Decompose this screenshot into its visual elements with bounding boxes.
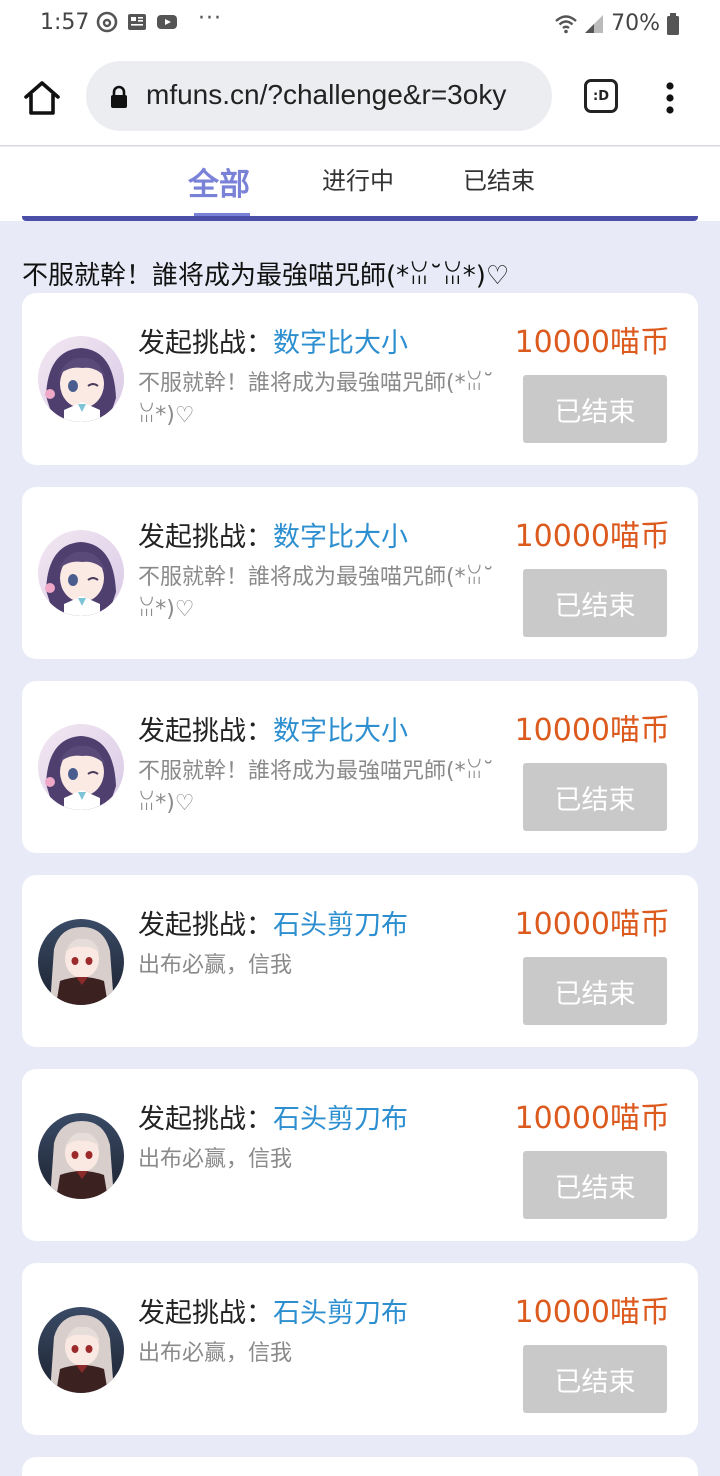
youtube-icon	[157, 15, 177, 29]
tab-in-progress[interactable]: 进行中	[322, 161, 394, 196]
lock-icon	[111, 85, 127, 108]
ended-button[interactable]: 已结束	[523, 375, 667, 443]
challenge-prefix: 发起挑战：	[138, 522, 273, 553]
challenge-prefix: 发起挑战：	[138, 716, 273, 747]
challenge-card[interactable]: 发起挑战：石头剪刀布 出布必赢，信我 10000喵币 已结束	[22, 1069, 698, 1241]
avatar	[38, 336, 124, 422]
netease-music-icon	[96, 11, 118, 33]
game-name-link[interactable]: 数字比大小	[273, 522, 408, 553]
url-text[interactable]: mfuns.cn/?challenge&r=3oky	[146, 79, 506, 111]
battery-percent: 70%	[611, 11, 660, 36]
game-name-link[interactable]: 石头剪刀布	[273, 1104, 408, 1135]
status-right: 70%	[555, 11, 680, 36]
challenge-card[interactable]: 发起挑战：石头剪刀布 出布必赢，信我 10000喵币 已结束	[22, 875, 698, 1047]
reward-amount: 10000喵币	[514, 325, 670, 360]
tab-switcher-button[interactable]: :D	[584, 79, 618, 113]
challenge-card[interactable]: 发起挑战：数字比大小 不服就幹！誰将成为最強喵咒師(*ꈍ˘ꈍ*)♡ 10000喵…	[22, 681, 698, 853]
game-name-link[interactable]: 石头剪刀布	[273, 910, 408, 941]
filter-tabs: 全部 进行中 已结束	[0, 147, 720, 221]
browser-toolbar: mfuns.cn/?challenge&r=3oky :D	[0, 48, 720, 146]
battery-icon	[667, 12, 679, 35]
challenge-description: 不服就幹！誰将成为最強喵咒師(*ꈍ˘ꈍ*)♡	[138, 759, 494, 816]
tab-all[interactable]: 全部	[188, 159, 250, 204]
avatar	[38, 1307, 124, 1393]
challenge-card[interactable]: 发起挑战：数字比大小 不服就幹！誰将成为最強喵咒師(*ꈍ˘ꈍ*)♡ 10000喵…	[22, 487, 698, 659]
avatar	[38, 919, 124, 1005]
home-icon[interactable]	[22, 78, 62, 118]
ended-button[interactable]: 已结束	[523, 569, 667, 637]
status-time: 1:57	[40, 10, 90, 35]
wifi-icon	[555, 14, 577, 33]
status-more-dots: ···	[198, 6, 222, 31]
more-menu-icon[interactable]	[658, 78, 682, 118]
challenge-card[interactable]: 发起挑战：数字比大小 不服就幹！誰将成为最強喵咒師(*ꈍ˘ꈍ*)♡ 10000喵…	[22, 293, 698, 465]
status-bar: 1:57 ··· 70%	[0, 0, 720, 48]
ended-button[interactable]: 已结束	[523, 763, 667, 831]
game-name-link[interactable]: 石头剪刀布	[273, 1298, 408, 1329]
game-name-link[interactable]: 数字比大小	[273, 328, 408, 359]
reward-amount: 10000喵币	[514, 713, 670, 748]
challenge-title: 发起挑战：石头剪刀布	[138, 1097, 408, 1136]
tabs-bottom-bar	[22, 216, 698, 221]
challenge-title: 发起挑战：数字比大小	[138, 709, 408, 748]
challenge-card-partial[interactable]	[22, 1457, 698, 1476]
avatar	[38, 530, 124, 616]
signal-icon	[585, 14, 604, 33]
notification-icons	[96, 11, 178, 33]
reward-amount: 10000喵币	[514, 1295, 670, 1330]
challenge-title: 发起挑战：数字比大小	[138, 321, 408, 360]
challenge-description: 不服就幹！誰将成为最強喵咒師(*ꈍ˘ꈍ*)♡	[138, 371, 494, 428]
challenge-card[interactable]: 发起挑战：石头剪刀布 出布必赢，信我 10000喵币 已结束	[22, 1263, 698, 1435]
challenge-prefix: 发起挑战：	[138, 1298, 273, 1329]
reward-amount: 10000喵币	[514, 1101, 670, 1136]
challenge-prefix: 发起挑战：	[138, 910, 273, 941]
page-heading: 不服就幹！誰将成为最強喵咒師(*ꈍ˘ꈍ*)♡	[22, 261, 510, 291]
challenge-title: 发起挑战：石头剪刀布	[138, 1291, 408, 1330]
reward-amount: 10000喵币	[514, 907, 670, 942]
reward-amount: 10000喵币	[514, 519, 670, 554]
news-app-icon	[128, 14, 146, 30]
challenge-description: 出布必赢，信我	[138, 953, 293, 978]
ended-button[interactable]: 已结束	[523, 957, 667, 1025]
address-bar[interactable]: mfuns.cn/?challenge&r=3oky	[86, 61, 552, 131]
game-name-link[interactable]: 数字比大小	[273, 716, 408, 747]
avatar	[38, 724, 124, 810]
challenge-description: 出布必赢，信我	[138, 1341, 293, 1366]
ended-button[interactable]: 已结束	[523, 1345, 667, 1413]
challenge-title: 发起挑战：石头剪刀布	[138, 903, 408, 942]
ended-button[interactable]: 已结束	[523, 1151, 667, 1219]
challenge-description: 不服就幹！誰将成为最強喵咒師(*ꈍ˘ꈍ*)♡	[138, 565, 494, 622]
challenge-prefix: 发起挑战：	[138, 328, 273, 359]
challenge-description: 出布必赢，信我	[138, 1147, 293, 1172]
tab-ended[interactable]: 已结束	[463, 161, 535, 196]
challenge-prefix: 发起挑战：	[138, 1104, 273, 1135]
avatar	[38, 1113, 124, 1199]
challenge-title: 发起挑战：数字比大小	[138, 515, 408, 554]
